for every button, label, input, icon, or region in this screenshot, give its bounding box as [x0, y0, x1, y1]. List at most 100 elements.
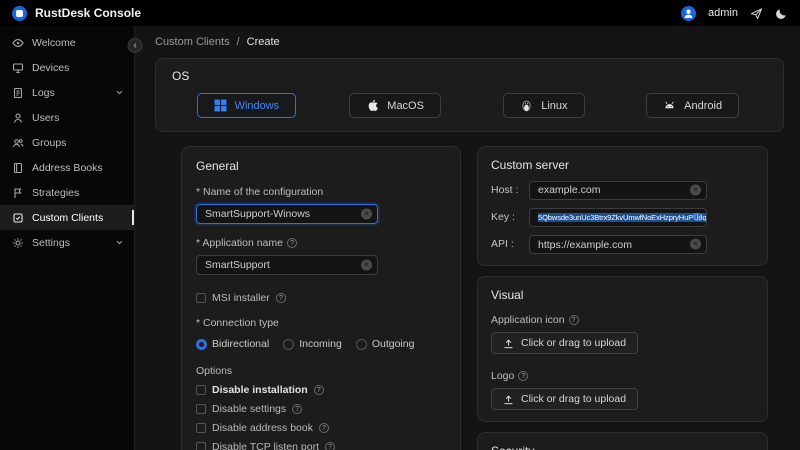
clear-icon[interactable]: × — [690, 184, 701, 196]
address-book-icon — [12, 162, 24, 174]
theme-moon-icon[interactable] — [775, 7, 788, 20]
sidebar-item-strategies[interactable]: Strategies — [0, 180, 134, 205]
application-name-label: * Application name ? — [196, 237, 446, 249]
application-icon-label: Application icon ? — [491, 314, 754, 326]
radio-icon — [355, 338, 367, 350]
logo-upload-button[interactable]: Click or drag to upload — [491, 388, 639, 410]
radio-incoming[interactable]: Incoming — [283, 338, 342, 350]
msi-installer-row: MSI installer ? — [196, 292, 446, 304]
info-icon[interactable]: ? — [292, 404, 303, 414]
sidebar-item-devices[interactable]: Devices — [0, 55, 134, 80]
sidebar-item-users[interactable]: Users — [0, 105, 134, 130]
config-name-input[interactable] — [196, 204, 378, 224]
info-icon[interactable]: ? — [318, 423, 329, 433]
application-name-input[interactable] — [196, 255, 378, 275]
msi-installer-checkbox[interactable] — [196, 293, 206, 303]
username-label[interactable]: admin — [708, 7, 738, 19]
key-row: Key : 5Qbwsde3unUc3Btrx9ZkvUmwfNoExHzpry… — [491, 207, 754, 227]
os-option-android[interactable]: Android — [646, 93, 740, 118]
security-card: Security Preset password : — [477, 432, 768, 450]
sidebar-item-address-books[interactable]: Address Books — [0, 155, 134, 180]
os-option-linux[interactable]: Linux — [503, 93, 585, 118]
security-title: Security — [491, 444, 754, 450]
api-input[interactable] — [529, 235, 707, 254]
info-icon[interactable]: ? — [568, 315, 579, 325]
os-card-title: OS — [172, 69, 190, 83]
groups-icon — [12, 137, 24, 149]
custom-clients-icon — [12, 212, 24, 224]
info-icon[interactable]: ? — [518, 371, 529, 381]
upload-icon — [503, 394, 514, 405]
info-icon[interactable]: ? — [325, 442, 335, 450]
upload-button-label: Click or drag to upload — [521, 337, 627, 349]
options-section-label: Options — [196, 365, 233, 377]
windows-icon — [214, 99, 227, 112]
radio-outgoing[interactable]: Outgoing — [355, 338, 414, 350]
option-disable-settings: Disable settings ? — [196, 403, 446, 415]
user-avatar[interactable] — [681, 5, 697, 21]
clear-icon[interactable]: × — [361, 259, 372, 271]
os-options: Windows MacOS Linux Android — [172, 93, 767, 118]
key-input[interactable]: 5Qbwsde3unUc3Btrx9ZkvUmwfNoExHzpryHuPUdq… — [529, 207, 707, 227]
host-input[interactable] — [529, 180, 707, 200]
os-card: OS Windows MacOS Linux Android — [155, 58, 784, 132]
gear-icon — [12, 237, 24, 249]
clear-icon[interactable]: × — [361, 208, 372, 220]
info-icon[interactable]: ? — [313, 385, 324, 395]
info-icon[interactable]: ? — [275, 293, 286, 303]
os-option-windows[interactable]: Windows — [196, 93, 297, 118]
sidebar-item-label: Strategies — [32, 186, 80, 199]
sidebar-item-logs[interactable]: Logs — [0, 80, 134, 105]
sidebar-collapse-button[interactable]: ‹ — [127, 38, 143, 53]
host-field: × — [529, 180, 707, 200]
key-label: Key : — [491, 211, 515, 223]
os-option-macos[interactable]: MacOS — [349, 93, 441, 118]
sidebar-item-welcome[interactable]: Welcome — [0, 30, 134, 55]
disable-address-book-checkbox[interactable] — [196, 423, 206, 433]
logs-icon — [12, 87, 24, 99]
clear-icon[interactable]: × — [690, 238, 701, 250]
option-label: Disable TCP listen port — [212, 441, 319, 450]
radio-bidirectional[interactable]: Bidirectional — [196, 338, 269, 350]
option-disable-installation: Disable installation ? — [196, 384, 446, 396]
users-icon — [12, 112, 24, 124]
radio-label: Incoming — [299, 338, 342, 350]
logo-label-text: Logo — [491, 370, 515, 382]
main-shell: Welcome Devices Logs Users Groups Addres… — [0, 26, 800, 450]
option-label: Disable installation — [212, 384, 308, 396]
custom-server-title: Custom server — [491, 158, 570, 172]
logo-label: Logo ? — [491, 370, 754, 382]
api-row: API : × — [491, 235, 754, 254]
linux-tux-icon — [520, 99, 533, 112]
host-row: Host : × — [491, 180, 754, 200]
disable-tcp-listen-port-checkbox[interactable] — [196, 442, 206, 450]
application-name-label-text: * Application name — [196, 237, 283, 249]
config-name-field: × — [196, 204, 378, 224]
sidebar-item-custom-clients[interactable]: Custom Clients — [0, 205, 134, 230]
right-column: Custom server Host : × Key : 5Qbwsde3unU… — [477, 146, 768, 450]
sidebar-item-label: Settings — [32, 236, 70, 249]
chevron-down-icon — [115, 88, 124, 97]
application-icon-label-text: Application icon — [491, 314, 565, 326]
os-option-label: Windows — [234, 99, 280, 112]
sidebar-item-label: Custom Clients — [32, 211, 104, 224]
application-icon-upload-button[interactable]: Click or drag to upload — [491, 332, 639, 354]
copy-icon[interactable] — [692, 212, 703, 223]
sidebar-item-groups[interactable]: Groups — [0, 130, 134, 155]
chevron-down-icon — [115, 238, 124, 247]
sidebar-item-settings[interactable]: Settings — [0, 230, 134, 255]
disable-settings-checkbox[interactable] — [196, 404, 206, 414]
os-option-label: Linux — [541, 99, 568, 112]
send-icon[interactable] — [750, 7, 763, 20]
option-disable-address-book: Disable address book ? — [196, 422, 446, 434]
api-field: × — [529, 235, 707, 254]
disable-installation-checkbox[interactable] — [196, 385, 206, 395]
option-label: Disable settings — [212, 403, 287, 415]
info-icon[interactable]: ? — [286, 238, 297, 248]
android-icon — [663, 99, 676, 112]
radio-label: Bidirectional — [212, 338, 270, 350]
visual-title: Visual — [491, 288, 524, 302]
breadcrumb-parent[interactable]: Custom Clients — [155, 36, 230, 48]
breadcrumb-separator: / — [236, 36, 240, 48]
content-area: Custom Clients / Create OS Windows MacOS — [135, 26, 800, 450]
